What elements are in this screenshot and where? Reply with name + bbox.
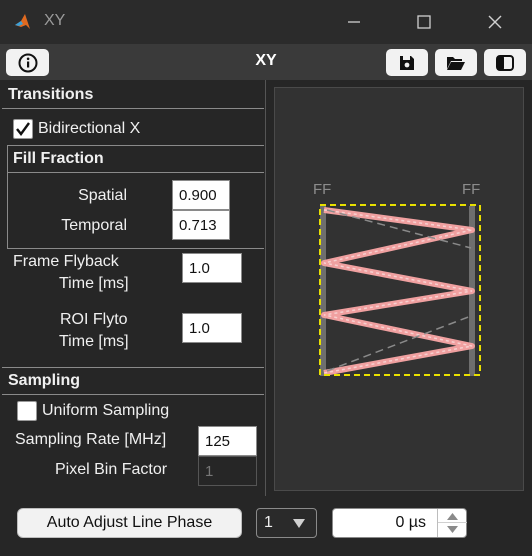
roi-flyto-value: 1.0	[189, 319, 210, 337]
spatial-fill-input[interactable]: 0.900	[172, 180, 230, 210]
title-bar: XY	[0, 0, 532, 44]
panel-title: XY	[255, 52, 277, 69]
sampling-rate-input[interactable]: 125	[198, 426, 257, 456]
divider	[2, 367, 264, 368]
dropdown-value: 1	[264, 514, 273, 531]
minimize-button[interactable]	[340, 8, 368, 36]
divider	[2, 394, 264, 395]
temporal-fill-value: 0.713	[179, 216, 217, 234]
auto-adjust-label: Auto Adjust Line Phase	[46, 514, 213, 531]
ff-left-label: FF	[313, 181, 331, 198]
chevron-down-icon	[293, 519, 305, 528]
pixel-bin-label: Pixel Bin Factor	[55, 461, 168, 478]
roi-flyto-unit-label: Time [ms]	[59, 333, 129, 350]
roi-flyto-label: ROI Flyto	[60, 311, 128, 328]
scan-path	[321, 207, 475, 376]
ff-right-label: FF	[462, 181, 480, 198]
spatial-fill-value: 0.900	[179, 186, 217, 204]
line-phase-dropdown[interactable]: 1	[256, 508, 317, 538]
sampling-rate-value: 125	[205, 432, 231, 450]
maximize-button[interactable]	[410, 8, 438, 36]
frame-flyback-unit-label: Time [ms]	[59, 275, 129, 292]
window-title: XY	[44, 12, 66, 29]
line-phase-value: 0 µs	[395, 514, 426, 531]
auto-adjust-line-phase-button[interactable]: Auto Adjust Line Phase	[17, 508, 242, 538]
divider	[7, 172, 264, 173]
chevron-up-icon	[447, 513, 458, 520]
frame-flyback-label: Frame Flyback	[13, 253, 119, 270]
spinner-buttons	[437, 509, 467, 537]
bidirectional-checkbox[interactable]	[13, 119, 33, 139]
frame-flyback-input[interactable]: 1.0	[182, 253, 242, 283]
matlab-icon	[14, 12, 34, 32]
bidirectional-label: Bidirectional X	[38, 120, 141, 137]
pixel-bin-value: 1	[205, 462, 214, 480]
uniform-sampling-checkbox[interactable]	[17, 401, 37, 421]
frame-flyback-value: 1.0	[189, 259, 210, 277]
spatial-label: Spatial	[78, 187, 127, 204]
spinner-down-button[interactable]	[438, 523, 467, 537]
close-icon	[488, 15, 502, 29]
splitter[interactable]	[265, 80, 266, 496]
sampling-rate-label: Sampling Rate [MHz]	[15, 431, 167, 448]
fill-fraction-header: Fill Fraction	[13, 150, 104, 167]
scan-preview-plot: FF FF	[274, 87, 524, 491]
line-phase-spinner[interactable]: 0 µs	[332, 508, 467, 538]
minimize-icon	[348, 21, 360, 23]
maximize-icon	[417, 15, 431, 29]
transitions-header: Transitions	[8, 86, 94, 103]
temporal-fill-input[interactable]: 0.713	[172, 210, 230, 240]
uniform-sampling-label: Uniform Sampling	[42, 402, 170, 419]
checkmark-icon	[16, 122, 30, 136]
scan-path-graphic: FF FF	[313, 181, 481, 376]
divider	[7, 145, 264, 146]
pixel-bin-input[interactable]: 1	[198, 456, 257, 486]
roi-flyto-input[interactable]: 1.0	[182, 313, 242, 343]
chevron-down-icon	[447, 526, 458, 533]
divider	[2, 108, 264, 109]
sampling-header: Sampling	[8, 372, 81, 389]
spinner-up-button[interactable]	[438, 509, 467, 523]
temporal-label: Temporal	[61, 217, 127, 234]
divider	[7, 145, 8, 248]
divider	[7, 248, 264, 249]
close-button[interactable]	[481, 8, 509, 36]
